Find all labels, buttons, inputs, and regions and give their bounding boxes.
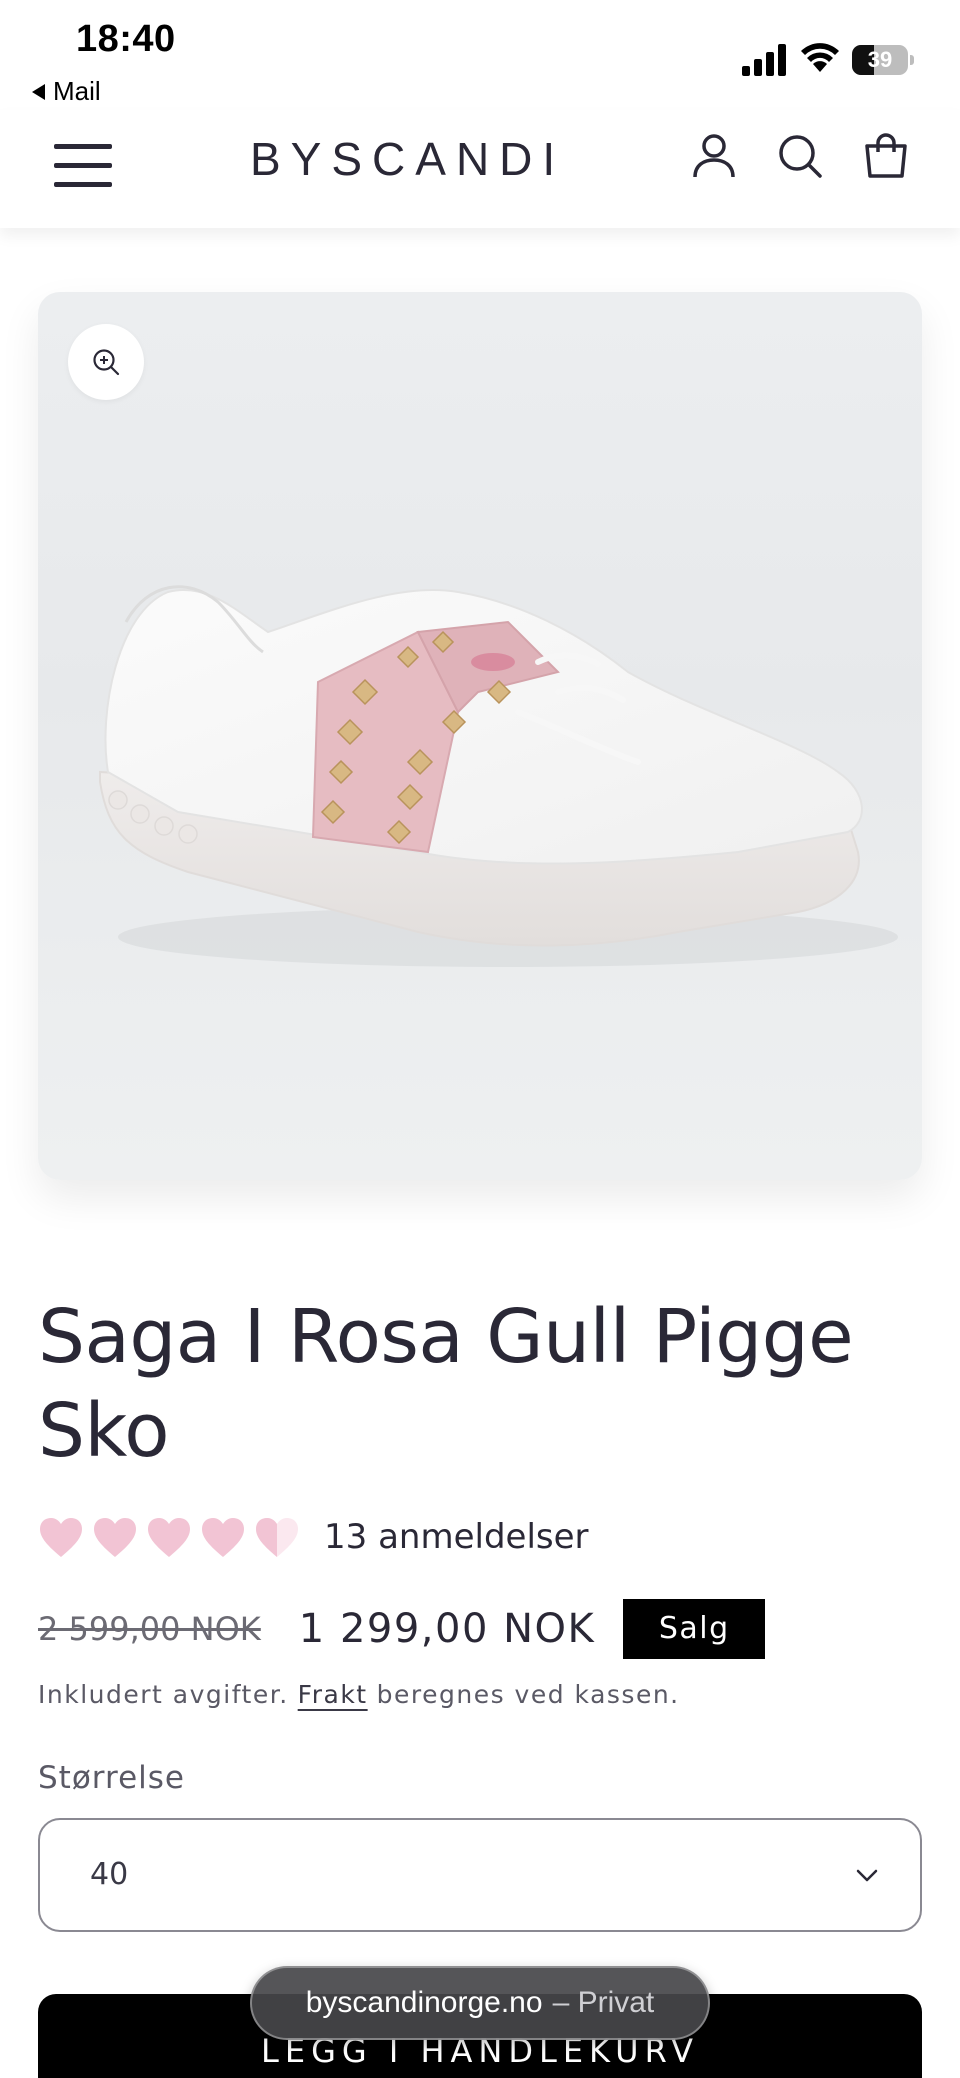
browser-url-bar[interactable]: byscandinorge.no – Privat (250, 1966, 710, 2040)
cellular-signal-icon (742, 44, 786, 76)
heart-icon (94, 1518, 136, 1557)
product-rating[interactable]: 13 anmeldelser (38, 1512, 589, 1562)
heart-icon (148, 1518, 190, 1557)
tax-note: Inkludert avgifter. Frakt beregnes ved k… (38, 1680, 680, 1709)
sale-price: 1 299,00 NOK (298, 1606, 596, 1652)
tax-note-suffix: beregnes ved kassen. (376, 1680, 680, 1709)
back-mail-label: Mail (53, 76, 101, 106)
tax-note-prefix: Inkludert avgifter. (38, 1680, 289, 1709)
status-bar: 18:40 Mail 39 (0, 0, 960, 110)
zoom-button[interactable] (68, 324, 144, 400)
product-title: Saga I Rosa Gull Pigge Sko (38, 1294, 854, 1474)
original-price: 2 599,00 NOK (38, 1610, 261, 1648)
site-header: BYSCANDI (0, 110, 960, 228)
cart-icon[interactable] (854, 124, 918, 188)
battery-level: 39 (867, 47, 893, 72)
shipping-link[interactable]: Frakt (298, 1680, 368, 1709)
chevron-down-icon (856, 1869, 878, 1882)
menu-icon[interactable] (54, 128, 114, 188)
private-mode-label: – Privat (552, 1986, 655, 2019)
half-heart-icon (256, 1518, 298, 1557)
sale-badge: Salg (623, 1599, 766, 1659)
back-arrow-icon (32, 83, 45, 100)
size-select[interactable]: 40 (38, 1818, 922, 1932)
zoom-icon (93, 349, 120, 376)
sneaker-image (99, 585, 898, 967)
status-time: 18:40 (76, 18, 176, 60)
price-row: 2 599,00 NOK 1 299,00 NOK Salg (38, 1598, 766, 1660)
account-icon[interactable] (682, 124, 746, 188)
heart-icon (202, 1518, 244, 1557)
wifi-icon (801, 43, 839, 72)
url-domain: byscandinorge.no (305, 1986, 543, 2019)
search-icon[interactable] (768, 124, 832, 188)
size-selected-value: 40 (90, 1857, 129, 1892)
size-label: Størrelse (38, 1760, 185, 1796)
reviews-count[interactable]: 13 anmeldelser (324, 1517, 589, 1557)
site-logo[interactable]: BYSCANDI (250, 124, 555, 194)
heart-icon (40, 1518, 82, 1557)
product-image[interactable] (38, 292, 922, 1180)
back-to-mail-link[interactable]: Mail (32, 76, 101, 107)
battery-icon: 39 (852, 45, 914, 75)
